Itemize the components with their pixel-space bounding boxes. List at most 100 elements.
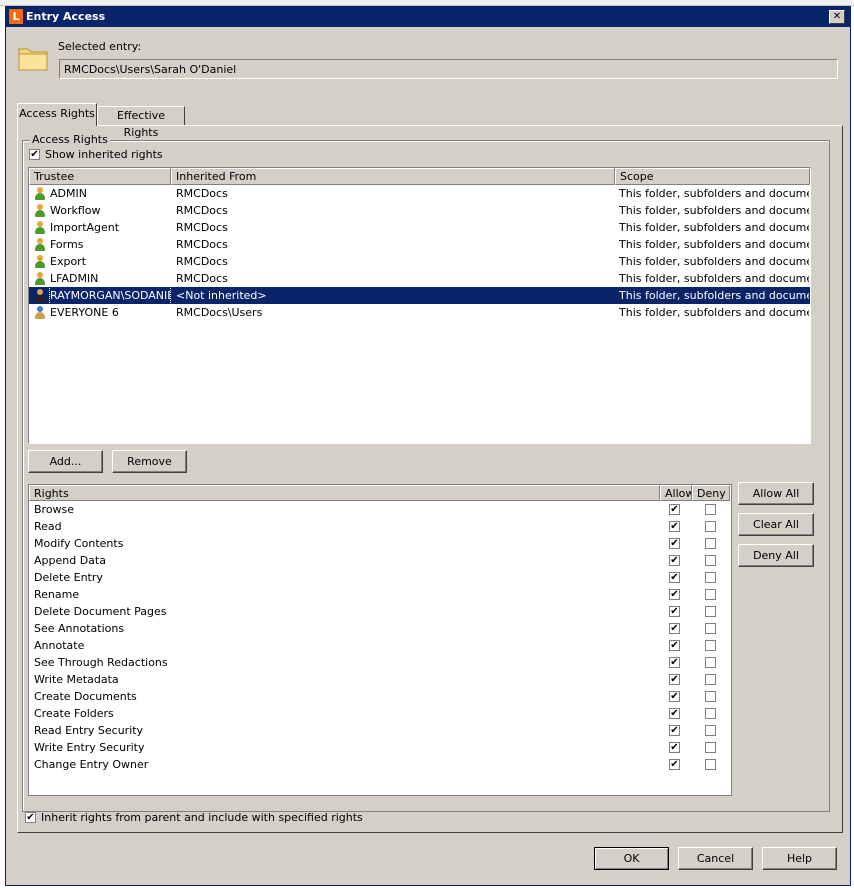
right-row: See Through Redactions ✔ [29,654,731,671]
right-row: Rename ✔ [29,586,731,603]
right-row: Delete Document Pages ✔ [29,603,731,620]
selected-entry-value: RMCDocs\Users\Sarah O'Daniel [64,63,237,76]
deny-all-button[interactable]: Deny All [738,544,814,567]
trustee-row[interactable]: Workflow RMCDocs This folder, subfolders a… [29,202,810,219]
allow-checkbox[interactable]: ✔ [669,623,680,634]
right-row: Write Metadata ✔ [29,671,731,688]
right-row: Modify Contents ✔ [29,535,731,552]
domain-user-icon [34,289,46,303]
selected-entry-label: Selected entry: [58,40,142,53]
right-name: Modify Contents [34,537,124,550]
allow-checkbox[interactable]: ✔ [669,589,680,600]
allow-checkbox[interactable]: ✔ [669,759,680,770]
deny-checkbox[interactable] [705,589,716,600]
trustee-name: RAYMORGAN\SODANIEL [49,286,171,305]
trustee-row[interactable]: ADMIN RMCDocs This folder, subfolders and … [29,185,810,202]
clear-all-button[interactable]: Clear All [738,513,814,536]
trustee-name: ADMIN [50,187,87,200]
allow-all-button[interactable]: Allow All [738,482,814,505]
deny-checkbox[interactable] [705,725,716,736]
trustee-scope: This folder, subfolders and documents [619,221,809,234]
allow-checkbox[interactable]: ✔ [669,538,680,549]
deny-checkbox[interactable] [705,606,716,617]
deny-checkbox[interactable] [705,555,716,566]
user-icon [34,187,46,201]
close-button[interactable]: ✕ [829,10,845,24]
trustee-name: Export [50,255,87,268]
column-header-inherited-from[interactable]: Inherited From [171,168,615,185]
ok-button[interactable]: OK [594,847,669,870]
allow-checkbox[interactable]: ✔ [669,657,680,668]
right-row: Delete Entry ✔ [29,569,731,586]
rights-list[interactable]: Rights Allow Deny Browse ✔ Read ✔ Modify Con… [28,484,732,796]
allow-checkbox[interactable]: ✔ [669,555,680,566]
right-name: Create Documents [34,690,137,703]
remove-button[interactable]: Remove [112,450,187,473]
deny-checkbox[interactable] [705,759,716,770]
inherit-rights-checkbox[interactable]: ✔ [25,812,36,823]
right-row: Read Entry Security ✔ [29,722,731,739]
user-icon [34,272,46,286]
right-name: Change Entry Owner [34,758,149,771]
tab-access-rights-label: Access Rights [19,107,95,120]
right-name: Browse [34,503,75,516]
deny-checkbox[interactable] [705,691,716,702]
help-button[interactable]: Help [762,847,837,870]
user-icon [34,221,46,235]
title-bar: L Entry Access ✕ [6,7,850,27]
right-row: Write Entry Security ✔ [29,739,731,756]
trustee-list[interactable]: Trustee Inherited From Scope ADMIN RMCDoc… [28,167,811,444]
show-inherited-checkbox[interactable]: ✔ [29,149,40,160]
trustee-name: EVERYONE 6 [50,306,119,319]
deny-checkbox[interactable] [705,538,716,549]
deny-checkbox[interactable] [705,708,716,719]
rights-rows: Browse ✔ Read ✔ Modify Contents ✔ Append Data ✔… [29,501,731,795]
allow-checkbox[interactable]: ✔ [669,521,680,532]
deny-checkbox[interactable] [705,742,716,753]
trustee-scope: This folder, subfolders and documents [619,255,809,268]
right-name: Append Data [34,554,106,567]
add-button[interactable]: Add... [28,450,103,473]
trustee-inherited-from: RMCDocs [176,238,228,251]
allow-checkbox[interactable]: ✔ [669,606,680,617]
allow-checkbox[interactable]: ✔ [669,725,680,736]
allow-checkbox[interactable]: ✔ [669,742,680,753]
allow-checkbox[interactable]: ✔ [669,691,680,702]
column-header-trustee[interactable]: Trustee [29,168,171,185]
right-name: Delete Document Pages [34,605,167,618]
deny-checkbox[interactable] [705,640,716,651]
deny-checkbox[interactable] [705,674,716,685]
tab-access-rights[interactable]: Access Rights [17,103,97,126]
deny-checkbox[interactable] [705,623,716,634]
column-header-allow[interactable]: Allow [660,485,692,501]
column-header-rights[interactable]: Rights [29,485,660,501]
allow-checkbox[interactable]: ✔ [669,708,680,719]
selected-entry-field: RMCDocs\Users\Sarah O'Daniel [59,59,838,79]
user-icon [34,255,46,269]
column-header-scope[interactable]: Scope [615,168,810,185]
trustee-row[interactable]: EVERYONE 6 RMCDocs\Users This folder, subf… [29,304,810,321]
allow-checkbox[interactable]: ✔ [669,572,680,583]
allow-checkbox[interactable]: ✔ [669,504,680,515]
trustee-name: Forms [50,238,84,251]
trustee-row[interactable]: ImportAgent RMCDocs This folder, subfolder… [29,219,810,236]
cancel-button[interactable]: Cancel [678,847,753,870]
access-rights-group-label: Access Rights [30,133,110,146]
trustee-row[interactable]: RAYMORGAN\SODANIEL <Not inherited> This fo… [29,286,810,305]
trustee-inherited-from: RMCDocs [176,272,228,285]
allow-checkbox[interactable]: ✔ [669,674,680,685]
trustee-inherited-from: RMCDocs\Users [176,306,263,319]
deny-checkbox[interactable] [705,504,716,515]
allow-checkbox[interactable]: ✔ [669,640,680,651]
right-name: Read [34,520,62,533]
trustee-inherited-from: RMCDocs [176,204,228,217]
trustee-row[interactable]: Forms RMCDocs This folder, subfolders and … [29,236,810,253]
tab-effective-rights[interactable]: Effective Rights [97,106,185,139]
column-header-deny[interactable]: Deny [692,485,730,501]
deny-checkbox[interactable] [705,657,716,668]
trustee-row[interactable]: LFADMIN RMCDocs This folder, subfolders an… [29,270,810,287]
deny-checkbox[interactable] [705,521,716,532]
trustee-row[interactable]: Export RMCDocs This folder, subfolders and… [29,253,810,270]
deny-checkbox[interactable] [705,572,716,583]
right-row: Create Folders ✔ [29,705,731,722]
